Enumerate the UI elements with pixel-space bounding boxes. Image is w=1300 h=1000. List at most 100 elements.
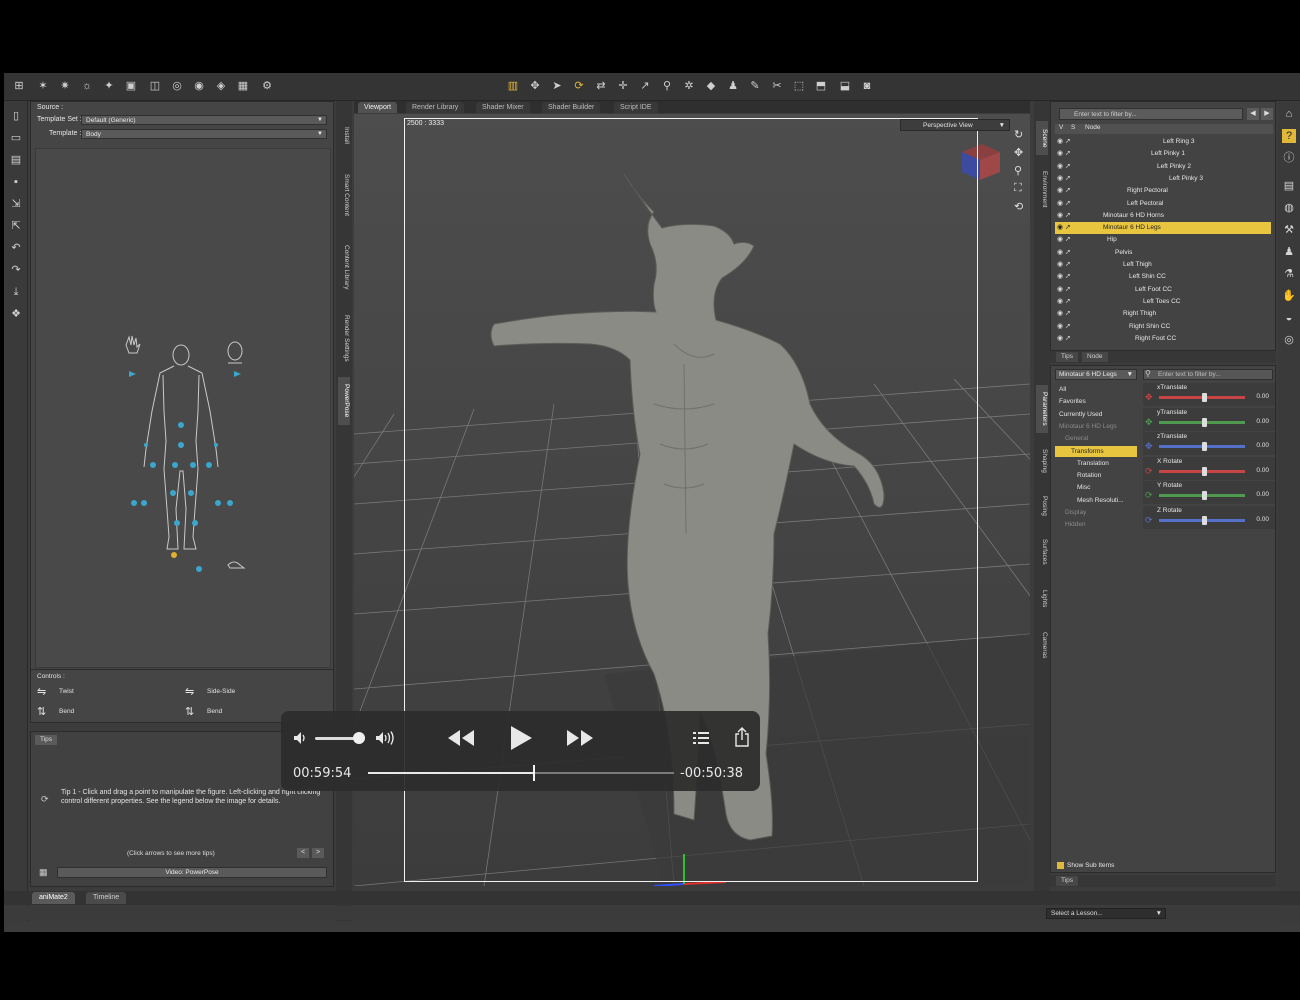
- parameter-slider-value[interactable]: 0.00: [1256, 418, 1269, 425]
- scene-tree-row[interactable]: ◉ ➚ Left Pinky 1: [1055, 148, 1271, 160]
- visibility-eye-icon[interactable]: ◉ ➚: [1057, 247, 1071, 259]
- chapters-list-icon[interactable]: [692, 730, 710, 746]
- tab-parameters-tips[interactable]: Tips: [1056, 876, 1079, 886]
- tool-settings-icon[interactable]: ⚒: [1282, 223, 1296, 237]
- visibility-eye-icon[interactable]: ◉ ➚: [1057, 296, 1071, 308]
- tab-shader-mixer[interactable]: Shader Mixer: [476, 102, 530, 113]
- parameter-slider[interactable]: yTranslate ✥ 0.00: [1143, 407, 1275, 431]
- visibility-eye-icon[interactable]: ◉ ➚: [1057, 148, 1071, 160]
- tab-smart-content[interactable]: Smart Content: [338, 163, 350, 227]
- box-tool-icon[interactable]: ◫: [148, 79, 162, 93]
- parameter-slider-knob[interactable]: [1202, 417, 1207, 427]
- globe-icon[interactable]: ◎: [1282, 333, 1296, 347]
- camera-icon[interactable]: ◙: [860, 79, 874, 93]
- parameter-slider-value[interactable]: 0.00: [1256, 467, 1269, 474]
- scene-tree-row[interactable]: ◉ ➚ Left Pinky 3: [1055, 173, 1271, 185]
- parameter-group-item[interactable]: Translation: [1055, 458, 1137, 469]
- prev-tip-button[interactable]: <: [297, 848, 309, 858]
- scrub-playhead[interactable]: [532, 765, 535, 781]
- next-tip-button[interactable]: >: [312, 848, 324, 858]
- wand-tool-icon[interactable]: ✦: [102, 79, 116, 93]
- tab-surfaces[interactable]: Surfaces: [1036, 531, 1048, 573]
- visibility-eye-icon[interactable]: ◉ ➚: [1057, 321, 1071, 333]
- pan-icon[interactable]: ✥: [1014, 146, 1023, 159]
- parameter-slider-track[interactable]: [1159, 417, 1245, 427]
- node-tool-icon[interactable]: ✲: [682, 79, 696, 93]
- parameter-group-item[interactable]: Minotaur 6 HD Legs: [1055, 421, 1137, 432]
- visibility-eye-icon[interactable]: ◉ ➚: [1057, 333, 1071, 345]
- parameter-slider[interactable]: zTranslate ✥ 0.00: [1143, 432, 1275, 455]
- lesson-select[interactable]: Select a Lesson... ▼: [1046, 908, 1166, 919]
- tab-lights[interactable]: Lights: [1036, 583, 1048, 615]
- parameter-group-item[interactable]: All: [1055, 384, 1137, 395]
- prev-icon[interactable]: ◀: [1247, 108, 1259, 120]
- scene-tool-icon[interactable]: ⊞: [12, 79, 26, 93]
- scene-tree-row[interactable]: ◉ ➚ Left Thigh: [1055, 259, 1271, 271]
- share-icon[interactable]: [734, 727, 750, 747]
- scene-tree-row[interactable]: ◉ ➚ Pelvis: [1055, 247, 1271, 259]
- pose-figure-area[interactable]: [35, 148, 331, 668]
- parameter-slider[interactable]: X Rotate ⟳ 0.00: [1143, 456, 1275, 480]
- parameter-slider-knob[interactable]: [1202, 491, 1207, 500]
- parameter-slider-knob[interactable]: [1202, 515, 1207, 525]
- tab-install[interactable]: Install: [338, 115, 350, 155]
- tab-shader-builder[interactable]: Shader Builder: [542, 102, 601, 113]
- joint-tool-icon[interactable]: ↗: [638, 79, 652, 93]
- tab-content-library[interactable]: Content Library: [338, 235, 350, 299]
- tab-powerpose[interactable]: PowerPose: [338, 377, 350, 425]
- aux-icon[interactable]: ◍: [1282, 201, 1296, 215]
- tab-render-library[interactable]: Render Library: [406, 102, 465, 113]
- export-icon[interactable]: ⇱: [9, 219, 23, 233]
- fast-forward-icon[interactable]: [566, 729, 594, 747]
- geometry-tool-icon[interactable]: ✂: [770, 79, 784, 93]
- spark-tool-icon[interactable]: ✷: [58, 79, 72, 93]
- surface-tool-icon[interactable]: ✎: [748, 79, 762, 93]
- parameter-group-item[interactable]: Display: [1055, 507, 1137, 518]
- iray-icon[interactable]: ⬓: [838, 79, 852, 93]
- video-powerpose-button[interactable]: Video: PowerPose: [57, 867, 327, 878]
- morph-icon[interactable]: ⚗: [1282, 267, 1296, 281]
- import-icon[interactable]: ⇲: [9, 197, 23, 211]
- parameter-slider-value[interactable]: 0.00: [1256, 491, 1269, 498]
- save-icon[interactable]: ▪: [9, 175, 23, 189]
- rewind-icon[interactable]: [447, 729, 475, 747]
- parameter-group-item[interactable]: Mesh Resoluti...: [1055, 495, 1137, 506]
- parameter-slider-knob[interactable]: [1202, 466, 1207, 476]
- tab-parameters[interactable]: Parameters: [1036, 385, 1048, 433]
- show-sub-items-checkbox[interactable]: Show Sub Items: [1057, 862, 1114, 869]
- parameter-group-item[interactable]: Rotation: [1055, 470, 1137, 481]
- template-select[interactable]: Body ▼: [81, 129, 327, 139]
- pose-icon[interactable]: ✋: [1282, 289, 1296, 303]
- scene-tree-row[interactable]: ◉ ➚ Right Foot CC: [1055, 333, 1271, 345]
- orbit-tool-icon[interactable]: ◎: [170, 79, 184, 93]
- scene-tree-row[interactable]: ◉ ➚ Left Toes CC: [1055, 296, 1271, 308]
- drop-to-floor-icon[interactable]: ⤓: [9, 285, 23, 299]
- parameter-slider[interactable]: Z Rotate ⟳ 0.00: [1143, 505, 1275, 529]
- tab-posing[interactable]: Posing: [1036, 489, 1048, 523]
- region-tool-icon[interactable]: ◆: [704, 79, 718, 93]
- magic-tool-icon[interactable]: ✶: [36, 79, 50, 93]
- render-icon[interactable]: ⬒: [814, 79, 828, 93]
- parameter-slider-value[interactable]: 0.00: [1256, 393, 1269, 400]
- undo-icon[interactable]: ↶: [9, 241, 23, 255]
- visibility-eye-icon[interactable]: ◉ ➚: [1057, 161, 1071, 173]
- cube-tool-icon[interactable]: ▣: [124, 79, 138, 93]
- parameter-slider[interactable]: xTranslate ✥ 0.00: [1143, 383, 1275, 406]
- parameter-group-item[interactable]: Transforms: [1055, 445, 1137, 457]
- volume-slider-knob[interactable]: [353, 732, 365, 744]
- parameter-slider[interactable]: Y Rotate ⟳ 0.00: [1143, 481, 1275, 504]
- parameter-slider-track[interactable]: [1159, 466, 1245, 476]
- universal-tool-icon[interactable]: ✥: [528, 79, 542, 93]
- visibility-eye-icon[interactable]: ◉ ➚: [1057, 234, 1071, 246]
- tab-render-settings[interactable]: Render Settings: [338, 307, 350, 369]
- visibility-eye-icon[interactable]: ◉ ➚: [1057, 136, 1071, 148]
- volume-high-icon[interactable]: [375, 731, 399, 745]
- tab-cameras[interactable]: Cameras: [1036, 623, 1048, 667]
- scene-tree-row[interactable]: ◉ ➚ Left Shin CC: [1055, 271, 1271, 283]
- sphere-tool-icon[interactable]: ◉: [192, 79, 206, 93]
- parameter-slider-value[interactable]: 0.00: [1256, 442, 1269, 449]
- grid-tool-icon[interactable]: ▥: [506, 79, 520, 93]
- scene-tree-row[interactable]: ◉ ➚ Right Pectoral: [1055, 185, 1271, 197]
- parameters-filter-input[interactable]: Enter text to filter by...: [1143, 369, 1273, 380]
- figure-icon[interactable]: ♟: [1282, 245, 1296, 259]
